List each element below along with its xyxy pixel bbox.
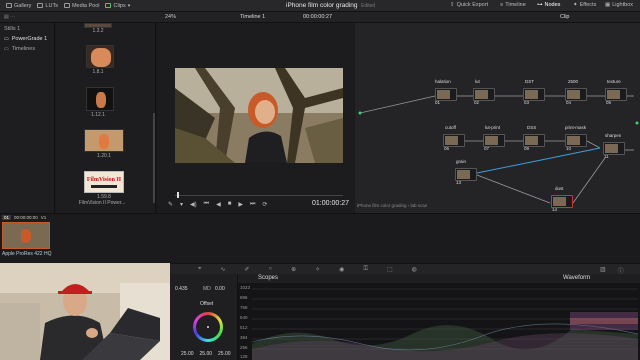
clip-mode-select[interactable]: Clip [560,14,569,20]
still-label: 1.3.2 [92,28,104,34]
project-title: iPhone film color grading [286,2,358,9]
gallery-sidebar: Stills 1 ▭ PowerGrade 1 ▭ Timelines [0,23,55,213]
export-icon: ⇪ [450,2,455,8]
webcam-image [0,263,170,360]
contrast-value[interactable]: 0.435 [175,286,188,292]
node-breadcrumb[interactable]: iPhone film color grading › lab scan [357,203,427,208]
eyedropper-icon[interactable]: ⌖ [198,266,201,273]
blur-icon[interactable]: ◉ [339,266,344,273]
last-frame-icon[interactable]: ⏭ [250,201,255,208]
webcam-overlay [0,263,170,360]
gallery-label: Gallery [14,2,32,9]
scope-mode-select[interactable]: Waveform [563,275,590,281]
viewer-toolbar: ▤ ⋯ 24% Timeline 1 00:00:00:27 Clip [0,12,640,23]
chevron-down-icon[interactable]: ▾ [180,201,183,208]
gallery-button[interactable]: Gallery [6,3,31,9]
key-icon[interactable]: ⚿ [363,266,368,273]
powergrade-caption: FilmVision II Power... [78,200,126,206]
media-pool-button[interactable]: Media Pool [63,2,100,9]
magic-mask-icon[interactable]: ✧ [315,266,320,273]
sizing-icon[interactable]: ⬚ [387,266,393,273]
offset-color-wheel[interactable] [193,312,223,342]
stop-icon[interactable]: ■ [228,201,232,208]
luts-icon [37,3,44,8]
loop-icon[interactable]: ⟳ [262,201,267,208]
clips-icon [105,3,112,8]
still-label: 1.20.1 [97,153,111,159]
nodes-icon: ⊶ [537,2,543,8]
clip-thumbnail[interactable] [2,222,50,249]
still-thumb[interactable] [84,129,124,152]
media-pool-label: Media Pool [71,2,100,9]
timeline-button[interactable]: ≡ Timeline [500,2,526,8]
3d-icon[interactable]: ◍ [412,266,417,273]
clip-strip: 01 00:00:00:00 V1 Apple ProRes 422 HQ [0,213,640,263]
viewer-scrubber[interactable] [175,195,343,196]
nodes-button[interactable]: ⊶ Nodes [537,2,560,8]
volume-icon[interactable]: ◀) [190,201,197,208]
waveform-trace [252,288,638,360]
offset-label: Offset [200,301,214,307]
playhead[interactable] [177,192,179,198]
header-timecode: 00:00:00:27 [303,14,333,20]
clip-codec: Apple ProRes 422 HQ [2,251,52,257]
clips-label: Clips [113,2,126,9]
node-graph[interactable]: halation 01 lut 02 DST 03 2500 04 textur… [355,23,640,213]
clip-header: 01 00:00:00:00 V1 [2,215,47,220]
gallery-item-stills[interactable]: Stills 1 [4,26,20,32]
scopes-title: Scopes [258,275,279,281]
stills-view-icon[interactable]: ▤ ⋯ [4,14,15,20]
play-icon[interactable]: ▶ [238,201,243,208]
viewer: ✎ ▾ ◀) ⏮ ◀ ■ ▶ ⏭ ⟳ 01:00:00:27 [158,23,354,213]
folder-icon: ▭ [4,36,9,42]
luts-button[interactable]: LUTs [37,3,58,9]
clips-button[interactable]: Clips ▾ [105,3,130,9]
tracker-icon[interactable]: ⊕ [291,266,296,273]
first-frame-icon[interactable]: ⏮ [204,201,209,208]
stills-scrollbar[interactable] [153,113,155,203]
scopes-panel: Scopes Waveform 1023 896 768 640 512 384… [238,274,640,360]
curves-icon[interactable]: ∿ [220,266,225,273]
zoom-select[interactable]: 24% [165,14,176,20]
effects-icon: ✦ [573,2,578,8]
timeline-select[interactable]: Timeline 1 [240,14,265,20]
play-reverse-icon[interactable]: ◀ [216,201,221,208]
still-thumb[interactable] [86,45,114,68]
timeline-folder-icon: ▭ [4,46,9,52]
gallery-icon [6,3,12,8]
lightbox-button[interactable]: ▦ Lightbox [605,2,633,8]
top-toolbar: Gallery LUTs Media Pool Clips ▾ iPhone f… [0,0,640,12]
qualifier-icon[interactable]: ✐ [244,266,249,273]
pen-tool-icon[interactable]: ✎ [168,201,173,208]
edited-status: Edited [361,3,376,9]
timeline-icon: ≡ [500,2,504,8]
video-image [175,68,343,163]
color-wheels-panel: 0.435 MD 0.00 Offset 25.00 25.00 25.00 [170,274,238,360]
gallery-item-powergrade[interactable]: ▭ PowerGrade 1 [4,36,47,42]
transport-controls: ✎ ▾ ◀) ⏮ ◀ ■ ▶ ⏭ ⟳ [168,201,267,208]
offset-rgb-values: 25.00 25.00 25.00 [181,351,231,357]
window-icon[interactable]: ○ [268,266,272,273]
chevron-down-icon: ▾ [127,2,131,9]
node-connections [358,95,639,204]
luts-label: LUTs [45,2,58,9]
powergrade-thumb[interactable]: FilmVision II [84,171,124,193]
media-pool-icon [63,3,70,8]
effects-button[interactable]: ✦ Effects [573,2,596,8]
lightbox-icon: ▦ [605,2,611,8]
still-label: 1.12.1 [91,112,105,118]
viewer-timecode: 01:00:00:27 [312,200,349,207]
md-value[interactable]: 0.00 [215,286,225,292]
video-frame[interactable] [175,68,343,163]
md-label: MD [203,286,211,292]
stills-panel: 1.3.2 1.8.1 1.12.1 1.20.1 FilmVision II … [56,23,156,213]
palette-toolbar: ⌖ ∿ ✐ ○ ⊕ ✧ ◉ ⚿ ⬚ ◍ ▥ ⓘ [170,263,640,275]
quick-export-button[interactable]: ⇪ Quick Export [450,2,488,8]
still-label: 1.8.1 [92,69,104,75]
gallery-item-timelines[interactable]: ▭ Timelines [4,46,35,52]
still-thumb[interactable] [86,87,114,111]
